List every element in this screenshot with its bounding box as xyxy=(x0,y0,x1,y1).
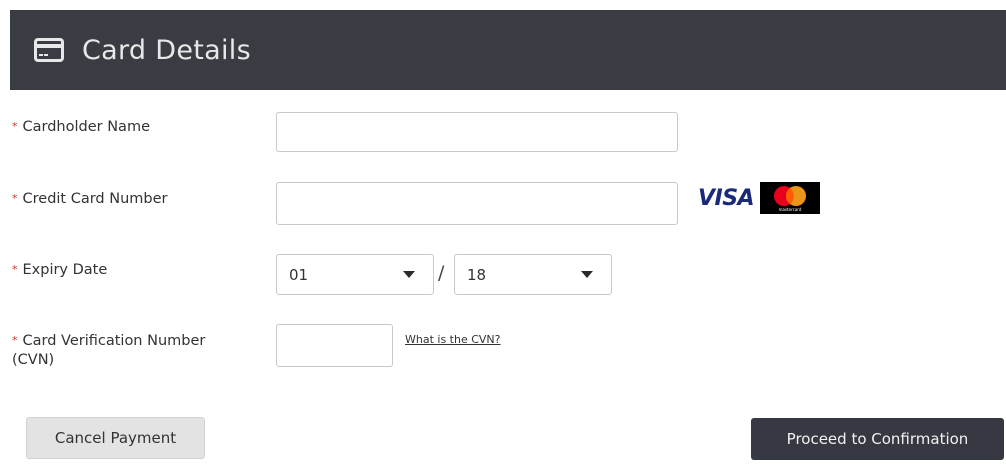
cvn-label: * Card Verification Number (CVN) xyxy=(12,333,206,368)
what-is-cvn-link[interactable]: What is the CVN? xyxy=(405,333,501,346)
proceed-to-confirmation-button[interactable]: Proceed to Confirmation xyxy=(751,418,1004,460)
credit-card-icon xyxy=(34,38,64,62)
cardholder-name-input[interactable] xyxy=(276,112,678,152)
chevron-down-icon xyxy=(403,271,415,278)
visa-logo: VISA xyxy=(698,186,755,211)
required-asterisk: * xyxy=(12,334,18,347)
expiry-date-label: * Expiry Date xyxy=(12,262,108,278)
cancel-payment-button[interactable]: Cancel Payment xyxy=(26,417,205,459)
required-asterisk: * xyxy=(12,263,18,276)
expiry-separator: / xyxy=(438,262,445,284)
chevron-down-icon xyxy=(581,271,593,278)
required-asterisk: * xyxy=(12,192,18,205)
required-asterisk: * xyxy=(12,120,18,133)
expiry-year-select[interactable]: 18 xyxy=(454,254,612,295)
card-number-input[interactable] xyxy=(276,182,678,225)
expiry-month-select[interactable]: 01 xyxy=(276,254,434,295)
svg-text:mastercard: mastercard xyxy=(779,207,802,212)
card-number-label: * Credit Card Number xyxy=(12,191,168,207)
expiry-month-value: 01 xyxy=(289,265,309,284)
card-details-header: Card Details xyxy=(10,10,1006,90)
mastercard-logo: mastercard xyxy=(760,182,820,214)
expiry-year-value: 18 xyxy=(467,265,487,284)
cvn-input[interactable] xyxy=(276,324,393,367)
cardholder-name-label: * Cardholder Name xyxy=(12,119,150,135)
page-title: Card Details xyxy=(82,34,251,66)
